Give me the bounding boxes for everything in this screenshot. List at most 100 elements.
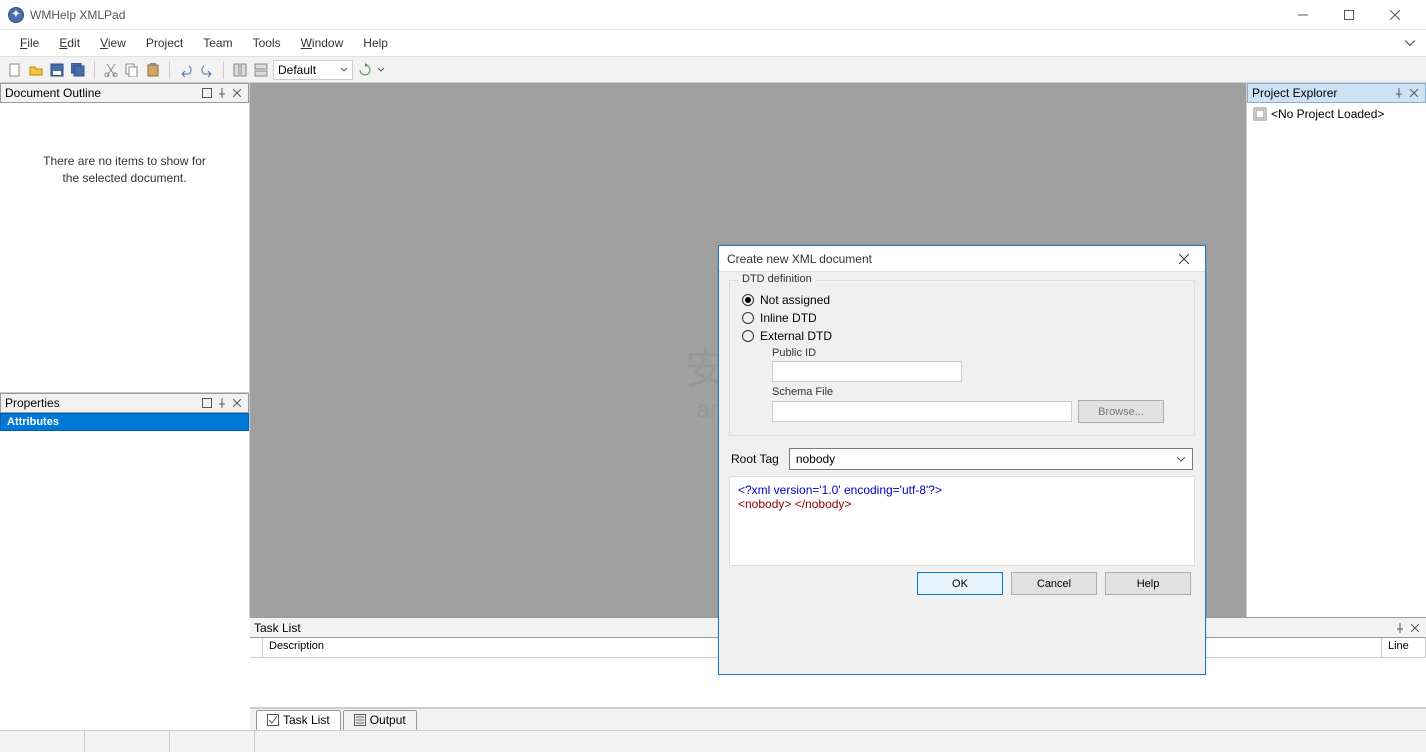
radio-external-dtd[interactable]: External DTD	[742, 329, 1182, 343]
no-project-text: <No Project Loaded>	[1271, 107, 1384, 121]
save-all-icon[interactable]	[69, 61, 87, 79]
properties-title: Properties	[5, 396, 200, 410]
public-id-input[interactable]	[772, 361, 962, 382]
checkbox-icon	[267, 714, 279, 726]
minimize-button[interactable]	[1280, 0, 1326, 30]
panel-pin-icon[interactable]	[1392, 86, 1406, 100]
panel-pin-icon[interactable]	[215, 86, 229, 100]
menu-file[interactable]: File	[10, 33, 49, 53]
panel-close-icon[interactable]	[230, 396, 244, 410]
menu-help[interactable]: Help	[353, 33, 398, 53]
undo-icon[interactable]	[177, 61, 195, 79]
help-button[interactable]: Help	[1105, 572, 1191, 595]
cancel-button[interactable]: Cancel	[1011, 572, 1097, 595]
save-icon[interactable]	[48, 61, 66, 79]
browse-button[interactable]: Browse...	[1078, 400, 1164, 423]
statusbar	[0, 730, 1426, 752]
toolbar-overflow-icon[interactable]	[377, 66, 385, 74]
titlebar: ✦ WMHelp XMLPad	[0, 0, 1426, 30]
menubar: File Edit View Project Team Tools Window…	[0, 30, 1426, 56]
cut-icon[interactable]	[102, 61, 120, 79]
format-icon-1[interactable]	[231, 61, 249, 79]
window-controls	[1280, 0, 1418, 30]
radio-not-assigned[interactable]: Not assigned	[742, 293, 1182, 307]
toolbar: Default	[0, 56, 1426, 83]
document-outline-title: Document Outline	[5, 86, 200, 100]
properties-attributes-row[interactable]: Attributes	[0, 413, 249, 431]
new-file-icon[interactable]	[6, 61, 24, 79]
root-tag-combo[interactable]: nobody	[789, 448, 1193, 470]
status-cell	[170, 731, 255, 752]
status-cell	[85, 731, 170, 752]
properties-header: Properties	[0, 393, 249, 413]
ok-button[interactable]: OK	[917, 572, 1003, 595]
app-icon: ✦	[8, 7, 24, 23]
style-select-value: Default	[278, 63, 316, 77]
panel-pin-icon[interactable]	[215, 396, 229, 410]
radio-label: Inline DTD	[760, 311, 817, 325]
close-button[interactable]	[1372, 0, 1418, 30]
copy-icon[interactable]	[123, 61, 141, 79]
tab-output[interactable]: Output	[343, 710, 417, 730]
menu-view[interactable]: View	[90, 33, 136, 53]
panel-close-icon[interactable]	[1407, 86, 1421, 100]
redo-icon[interactable]	[198, 61, 216, 79]
maximize-button[interactable]	[1326, 0, 1372, 30]
project-icon	[1253, 107, 1267, 121]
dialog-close-button[interactable]	[1171, 246, 1197, 272]
xml-preview: <?xml version='1.0' encoding='utf-8'?> <…	[729, 476, 1195, 566]
output-icon	[354, 714, 366, 726]
radio-icon	[742, 330, 754, 342]
refresh-icon[interactable]	[356, 61, 374, 79]
menu-tools[interactable]: Tools	[243, 33, 291, 53]
chevron-down-icon	[1176, 454, 1186, 464]
root-tag-row: Root Tag nobody	[729, 448, 1195, 470]
external-dtd-fields: Public ID Schema File Browse...	[772, 347, 1182, 423]
panel-window-icon[interactable]	[200, 396, 214, 410]
col-checkbox[interactable]	[250, 638, 263, 657]
panel-window-icon[interactable]	[200, 86, 214, 100]
public-id-label: Public ID	[772, 347, 1182, 359]
radio-label: Not assigned	[760, 293, 830, 307]
dialog-title: Create new XML document	[727, 252, 1171, 266]
left-column: Document Outline There are no items to s…	[0, 83, 250, 617]
middle-row: Document Outline There are no items to s…	[0, 83, 1426, 617]
properties-panel: Properties Attributes	[0, 393, 249, 617]
menu-team[interactable]: Team	[193, 33, 242, 53]
open-file-icon[interactable]	[27, 61, 45, 79]
dtd-group-legend: DTD definition	[738, 273, 816, 285]
document-outline-header: Document Outline	[0, 83, 249, 103]
create-xml-dialog: Create new XML document DTD definition N…	[718, 245, 1206, 675]
tasklist-tabs: Task List Output	[250, 708, 1426, 730]
dtd-definition-group: DTD definition Not assigned Inline DTD E…	[729, 280, 1195, 436]
root-tag-value: nobody	[796, 452, 835, 466]
radio-inline-dtd[interactable]: Inline DTD	[742, 311, 1182, 325]
menu-window[interactable]: Window	[291, 33, 354, 53]
radio-icon	[742, 312, 754, 324]
menubar-overflow-icon[interactable]	[1404, 37, 1416, 49]
document-outline-body: There are no items to show for the selec…	[0, 103, 249, 392]
schema-file-input[interactable]	[772, 401, 1072, 422]
dialog-buttons: OK Cancel Help	[729, 572, 1195, 597]
project-explorer-body: <No Project Loaded>	[1247, 103, 1426, 125]
tab-tasklist[interactable]: Task List	[256, 710, 341, 730]
paste-icon[interactable]	[144, 61, 162, 79]
menu-edit[interactable]: Edit	[49, 33, 90, 53]
schema-file-label: Schema File	[772, 386, 1182, 398]
panel-pin-icon[interactable]	[1393, 621, 1407, 635]
format-icon-2[interactable]	[252, 61, 270, 79]
col-line[interactable]: Line	[1382, 638, 1426, 657]
panel-close-icon[interactable]	[230, 86, 244, 100]
editor-area: 安下载 anxz.com Create new XML document DTD…	[250, 83, 1246, 617]
root-tag-label: Root Tag	[731, 452, 779, 466]
properties-body: Attributes	[0, 413, 249, 617]
radio-icon	[742, 294, 754, 306]
menu-project[interactable]: Project	[136, 33, 193, 53]
project-explorer-header: Project Explorer	[1247, 83, 1426, 103]
status-cell	[0, 731, 85, 752]
app-title: WMHelp XMLPad	[30, 8, 125, 22]
status-cell	[255, 731, 1426, 752]
style-select[interactable]: Default	[273, 60, 353, 80]
panel-close-icon[interactable]	[1408, 621, 1422, 635]
project-explorer-panel: Project Explorer <No Project Loaded>	[1247, 83, 1426, 617]
